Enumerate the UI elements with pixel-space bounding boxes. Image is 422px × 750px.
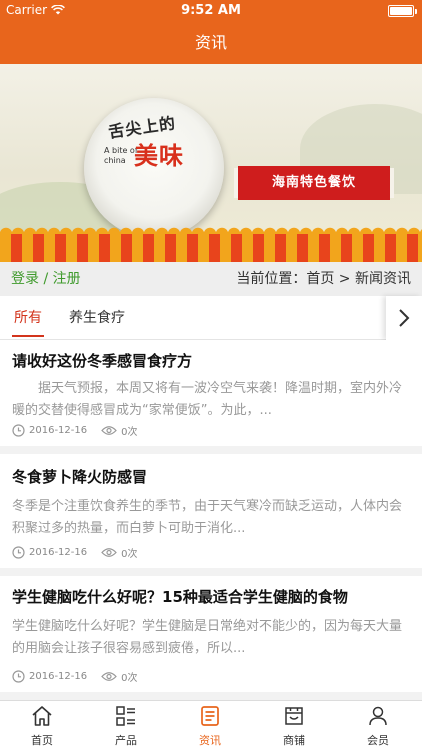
article-title: 冬食萝卜降火防感冒	[12, 468, 148, 486]
news-icon	[201, 706, 219, 726]
banner-scroll-text: 海南特色餐饮	[238, 166, 390, 200]
eye-icon	[101, 426, 117, 435]
article-item[interactable]: 请收好这份冬季感冒食疗方 据天气预报，本周又将有一波冷空气来袭！降温时期，室内外…	[0, 340, 422, 446]
tabbar-item-store[interactable]: 商铺	[252, 701, 336, 750]
eye-icon	[101, 672, 117, 681]
breadcrumb-home[interactable]: 首页	[306, 271, 334, 287]
breadcrumb: 当前位置：首页 > 新闻资讯	[236, 262, 411, 296]
tabbar-item-member[interactable]: 会员	[336, 701, 420, 750]
article-summary: 据天气预报，本周又将有一波冷空气来袭！降温时期，室内外冷暖的交替使得感冒成为“家…	[12, 381, 403, 418]
article-title: 请收好这份冬季感冒食疗方	[12, 352, 193, 370]
clock-icon	[12, 424, 25, 437]
tabbar-label: 首页	[31, 734, 53, 747]
clock-icon	[12, 670, 25, 683]
breadcrumb-prefix: 当前位置：	[236, 271, 307, 287]
category-tabs: 所有 养生食疗	[0, 296, 422, 340]
tabbar-label: 会员	[367, 734, 389, 747]
account-breadcrumb-bar: 登录 / 注册 当前位置：首页 > 新闻资讯	[0, 262, 422, 296]
breadcrumb-current: 新闻资讯	[355, 271, 411, 287]
grid-list-icon	[116, 706, 135, 726]
account-links: 登录 / 注册	[11, 262, 81, 296]
article-item[interactable]: 学生健脑吃什么好呢？15种最适合学生健脑的食物 学生健脑吃什么好呢？学生健脑是日…	[0, 576, 422, 692]
bottom-tab-bar: 首页 产品 资讯 商铺 会员	[0, 700, 422, 750]
app-screen: Carrier 9:52 AM 资讯 舌尖上的 A bite of china …	[0, 0, 422, 750]
article-title: 学生健脑吃什么好呢？15种最适合学生健脑的食物	[12, 588, 348, 606]
promo-banner[interactable]: 舌尖上的 A bite of china 美味 海南特色餐饮	[0, 64, 422, 262]
article-date: 2016-12-16	[29, 547, 88, 558]
article-summary: 冬季是个注重饮食养生的季节，由于天气寒冷而缺乏运动，人体内会积聚过多的热量，而白…	[12, 499, 403, 536]
tabbar-label: 资讯	[199, 734, 221, 747]
tabbar-item-products[interactable]: 产品	[84, 701, 168, 750]
account-separator: /	[39, 271, 53, 287]
article-meta: 2016-12-16 0次	[12, 423, 138, 438]
store-icon	[285, 707, 303, 725]
status-bar: Carrier 9:52 AM	[0, 0, 422, 22]
article-item[interactable]: 冬食萝卜降火防感冒 冬季是个注重饮食养生的季节，由于天气寒冷而缺乏运动，人体内会…	[0, 454, 422, 568]
article-views: 0次	[121, 673, 138, 684]
awning-decoration	[0, 224, 422, 262]
user-icon	[369, 706, 387, 726]
battery-icon	[388, 5, 417, 17]
article-views: 0次	[121, 427, 138, 438]
more-tabs-button[interactable]	[386, 296, 422, 340]
home-icon	[32, 706, 52, 726]
article-meta: 2016-12-16 0次	[12, 545, 138, 560]
article-summary: 学生健脑吃什么好呢？学生健脑是日常绝对不能少的，因为每天大量的用脑会让孩子很容易…	[12, 619, 403, 656]
top-bar: Carrier 9:52 AM 资讯	[0, 0, 422, 64]
tabbar-item-news[interactable]: 资讯	[168, 701, 252, 750]
tab-health-diet[interactable]: 养生食疗	[69, 296, 125, 340]
article-date: 2016-12-16	[29, 425, 88, 436]
tabbar-item-home[interactable]: 首页	[0, 701, 84, 750]
register-link[interactable]: 注册	[53, 271, 81, 287]
banner-plate-red-text: 美味	[134, 141, 184, 170]
article-date: 2016-12-16	[29, 671, 88, 682]
tabbar-label: 产品	[115, 734, 137, 747]
login-link[interactable]: 登录	[11, 271, 39, 287]
eye-icon	[101, 548, 117, 557]
page-title: 资讯	[194, 33, 227, 52]
breadcrumb-separator: >	[334, 271, 355, 287]
article-meta: 2016-12-16 0次	[12, 669, 138, 684]
chevron-right-icon	[399, 309, 410, 327]
clock-icon	[12, 546, 25, 559]
tab-all[interactable]: 所有	[12, 296, 44, 340]
tabbar-label: 商铺	[283, 734, 305, 747]
article-views: 0次	[121, 549, 138, 560]
status-time: 9:52 AM	[181, 3, 241, 18]
